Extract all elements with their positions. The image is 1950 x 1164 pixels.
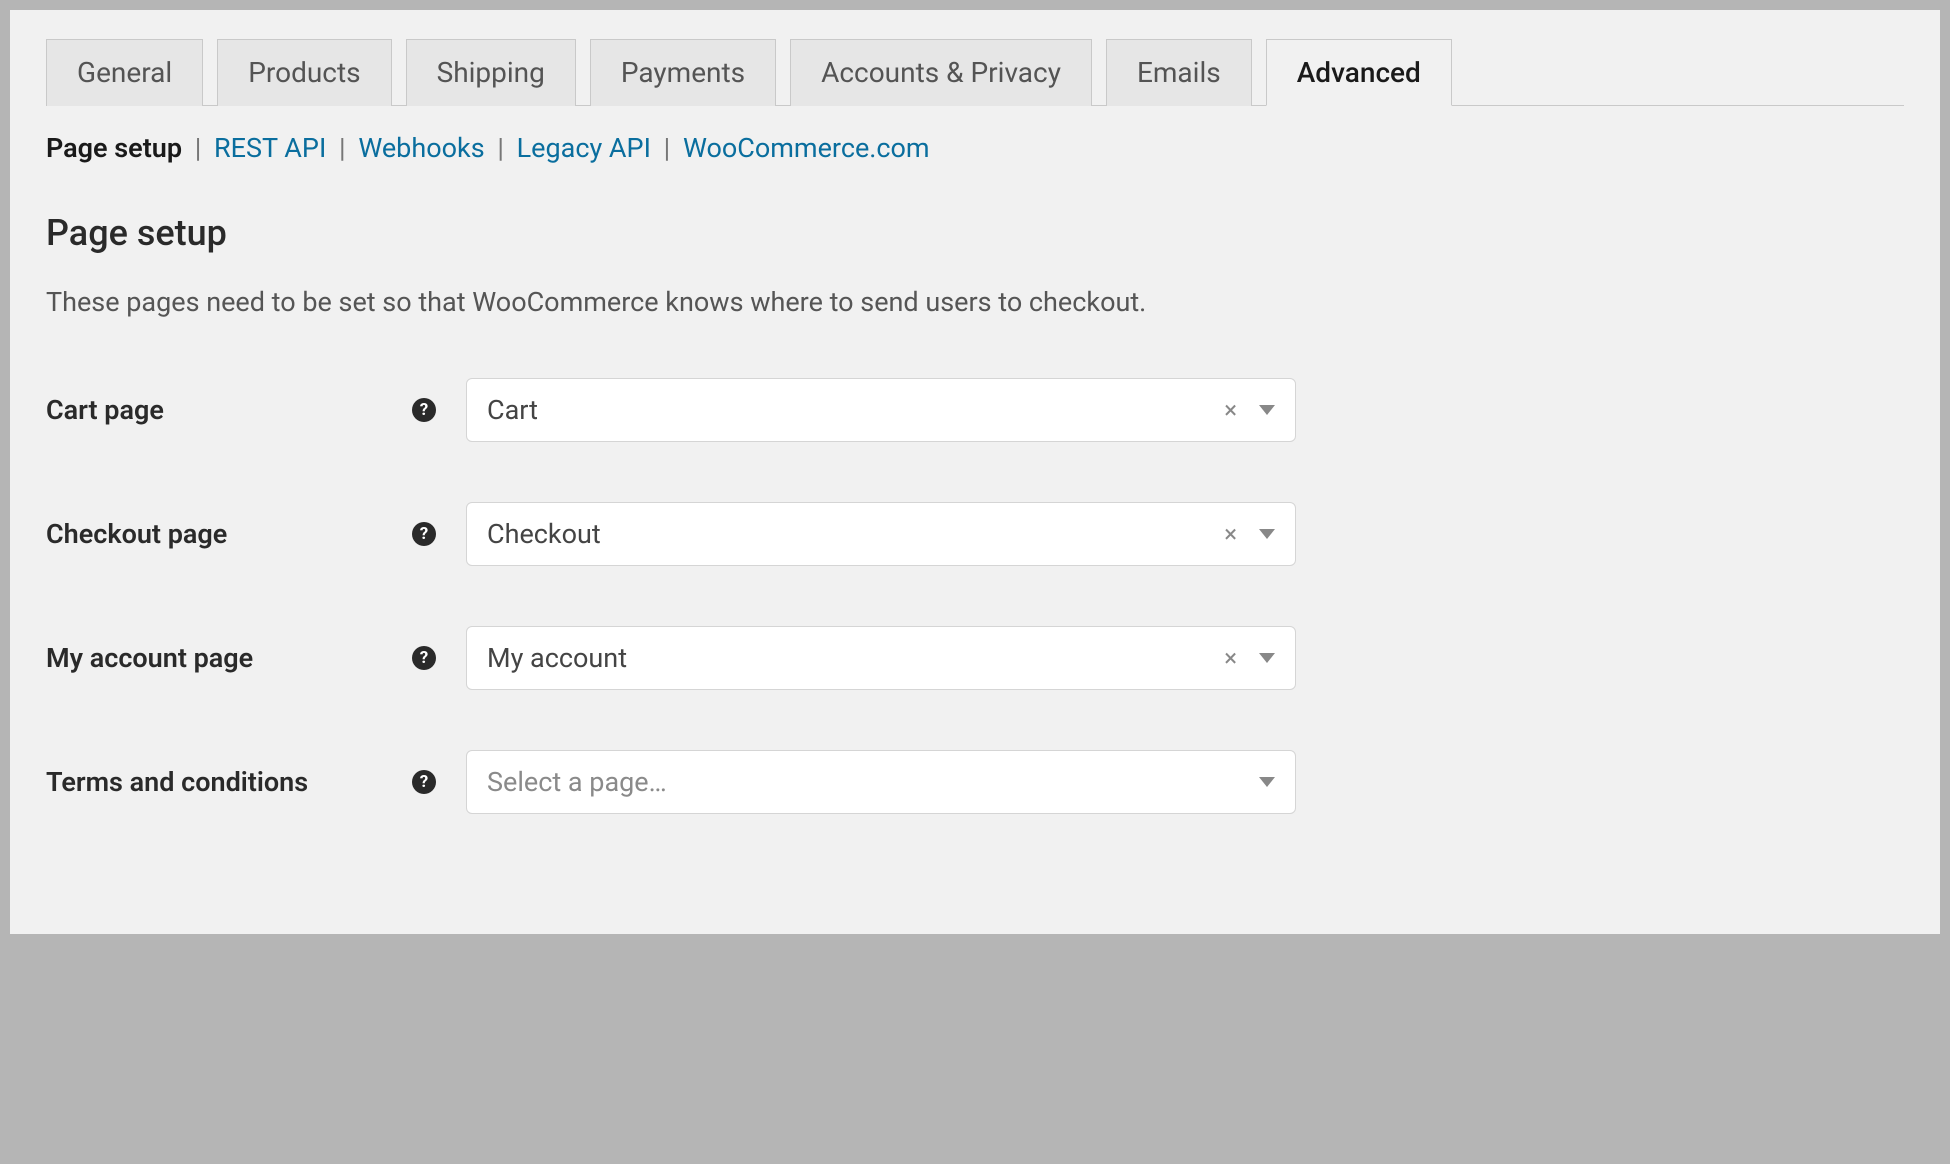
row-cart-page: Cart page ? Cart × xyxy=(46,378,1904,442)
settings-panel: General Products Shipping Payments Accou… xyxy=(10,10,1940,934)
help-icon[interactable]: ? xyxy=(412,398,436,422)
select-value: Cart xyxy=(487,394,1224,426)
page-setup-form: Cart page ? Cart × Checkout page ? Check… xyxy=(46,378,1904,814)
clear-icon[interactable]: × xyxy=(1224,520,1237,548)
select-checkout-page[interactable]: Checkout × xyxy=(466,502,1296,566)
tab-payments[interactable]: Payments xyxy=(590,39,776,106)
subnav-link-rest-api[interactable]: REST API xyxy=(214,132,326,164)
clear-icon[interactable]: × xyxy=(1224,396,1237,424)
chevron-down-icon xyxy=(1259,405,1275,415)
tab-products[interactable]: Products xyxy=(217,39,391,106)
help-icon[interactable]: ? xyxy=(412,770,436,794)
settings-tabs: General Products Shipping Payments Accou… xyxy=(46,38,1904,106)
section-title: Page setup xyxy=(46,212,1904,254)
select-cart-page[interactable]: Cart × xyxy=(466,378,1296,442)
tab-accounts-privacy[interactable]: Accounts & Privacy xyxy=(790,39,1092,106)
select-value: My account xyxy=(487,642,1224,674)
subnav-link-webhooks[interactable]: Webhooks xyxy=(358,132,484,164)
label-cart-page: Cart page xyxy=(46,394,164,426)
row-checkout-page: Checkout page ? Checkout × xyxy=(46,502,1904,566)
subnav-current: Page setup xyxy=(46,132,182,164)
label-checkout-page: Checkout page xyxy=(46,518,227,550)
row-terms-and-conditions: Terms and conditions ? Select a page… xyxy=(46,750,1904,814)
select-terms-and-conditions[interactable]: Select a page… xyxy=(466,750,1296,814)
help-icon[interactable]: ? xyxy=(412,646,436,670)
chevron-down-icon xyxy=(1259,529,1275,539)
subnav-link-legacy-api[interactable]: Legacy API xyxy=(517,132,651,164)
select-placeholder: Select a page… xyxy=(487,766,1259,798)
help-icon[interactable]: ? xyxy=(412,522,436,546)
clear-icon[interactable]: × xyxy=(1224,644,1237,672)
row-my-account-page: My account page ? My account × xyxy=(46,626,1904,690)
tab-shipping[interactable]: Shipping xyxy=(406,39,576,106)
advanced-subnav: Page setup | REST API | Webhooks | Legac… xyxy=(46,132,1904,164)
section-description: These pages need to be set so that WooCo… xyxy=(46,286,1904,318)
chevron-down-icon xyxy=(1259,777,1275,787)
tab-general[interactable]: General xyxy=(46,39,203,106)
chevron-down-icon xyxy=(1259,653,1275,663)
tab-emails[interactable]: Emails xyxy=(1106,39,1252,106)
tab-advanced[interactable]: Advanced xyxy=(1266,39,1452,106)
subnav-link-woocommerce-com[interactable]: WooCommerce.com xyxy=(683,132,930,164)
select-my-account-page[interactable]: My account × xyxy=(466,626,1296,690)
label-terms-and-conditions: Terms and conditions xyxy=(46,766,308,798)
select-value: Checkout xyxy=(487,518,1224,550)
label-my-account-page: My account page xyxy=(46,642,253,674)
